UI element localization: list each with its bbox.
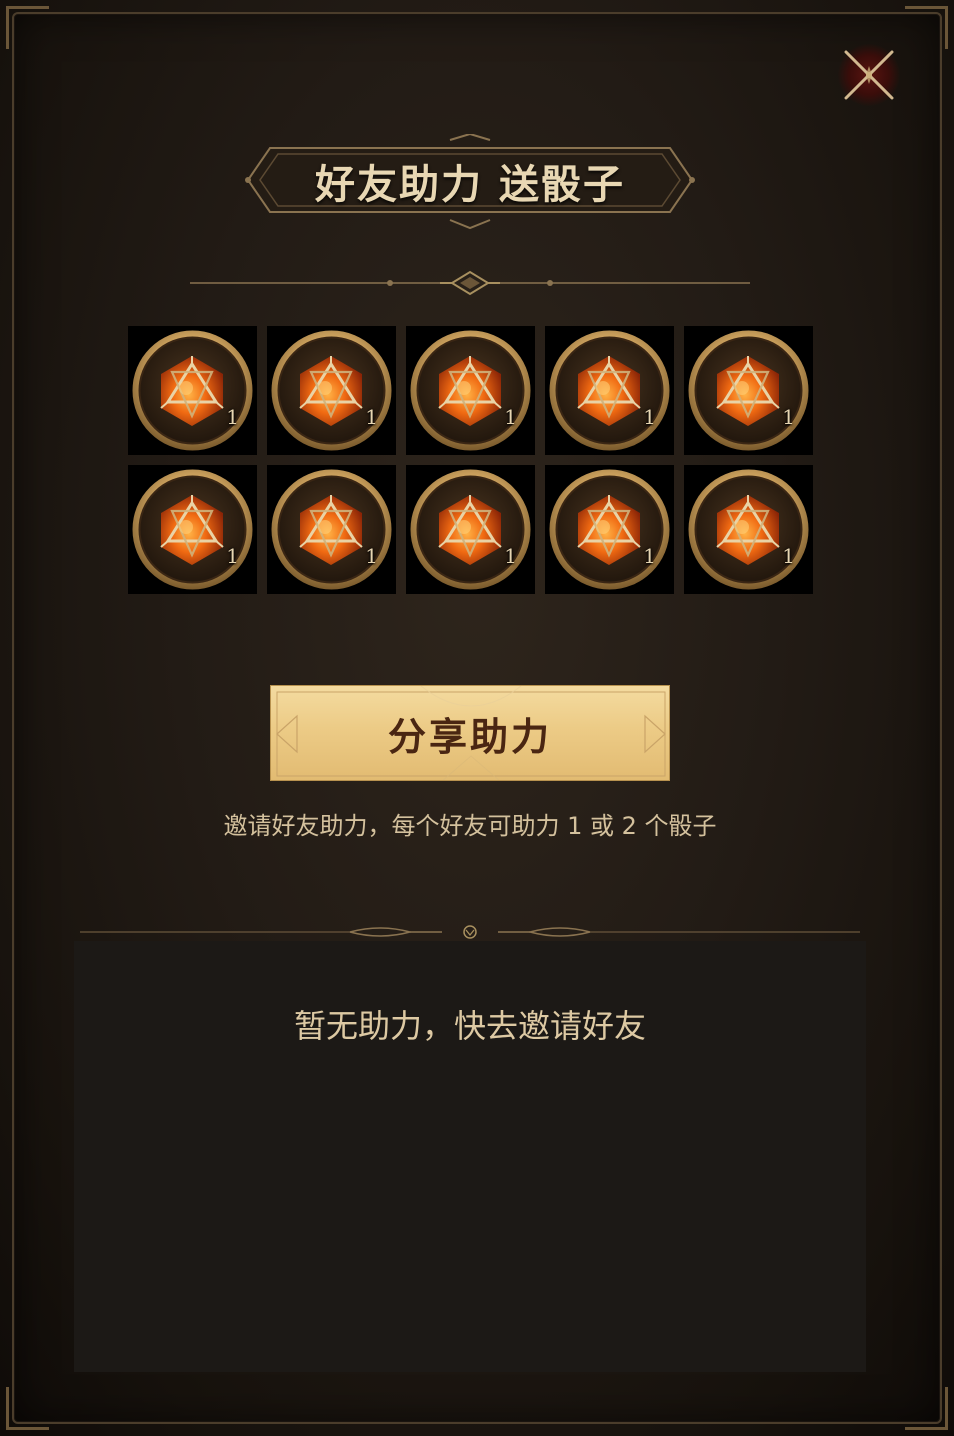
ornament-divider [190,270,750,296]
d20-dice-icon [688,469,809,590]
d20-dice-icon [271,469,392,590]
reward-slot[interactable]: 1 [128,465,257,594]
frame-corner [6,1387,49,1430]
share-button-label: 分享助力 [387,713,552,759]
d20-dice-icon [132,330,253,451]
close-icon [844,50,894,100]
reward-grid: 1 1 1 1 1 1 1 1 1 1 [128,326,813,594]
reward-slot[interactable]: 1 [267,326,396,455]
title-plate: 好友助力 送骰子 [240,134,700,230]
reward-slot[interactable]: 1 [684,465,813,594]
reward-slot[interactable]: 1 [406,465,535,594]
share-hint: 邀请好友助力，每个好友可助力 1 或 2 个骰子 [223,812,717,840]
d20-dice-icon [410,469,531,590]
reward-count: 1 [226,544,239,568]
d20-dice-icon [549,469,670,590]
reward-slot[interactable]: 1 [406,326,535,455]
reward-count: 1 [365,544,378,568]
frame-corner [905,6,948,49]
d20-dice-icon [271,330,392,451]
reward-count: 1 [782,544,795,568]
helper-list: 暂无助力，快去邀请好友 [74,941,866,1372]
reward-slot[interactable]: 1 [267,465,396,594]
d20-dice-icon [549,330,670,451]
reward-count: 1 [504,405,517,429]
reward-slot[interactable]: 1 [545,465,674,594]
reward-slot[interactable]: 1 [684,326,813,455]
share-assist-button[interactable]: 分享助力 [270,685,670,781]
reward-count: 1 [643,544,656,568]
page-title: 好友助力 送骰子 [315,161,625,208]
reward-slot[interactable]: 1 [545,326,674,455]
reward-slot[interactable]: 1 [128,326,257,455]
close-button[interactable] [838,44,900,106]
reward-count: 1 [643,405,656,429]
d20-dice-icon [410,330,531,451]
reward-count: 1 [226,405,239,429]
reward-count: 1 [504,544,517,568]
frame-corner [6,6,49,49]
reward-count: 1 [365,405,378,429]
reward-count: 1 [782,405,795,429]
d20-dice-icon [688,330,809,451]
frame-corner [905,1387,948,1430]
empty-state-text: 暂无助力，快去邀请好友 [293,1007,646,1045]
assist-dialog: 好友助力 送骰子 1 1 1 1 1 1 1 1 1 1 分享助力 邀请好友助力… [0,0,954,1436]
d20-dice-icon [132,469,253,590]
